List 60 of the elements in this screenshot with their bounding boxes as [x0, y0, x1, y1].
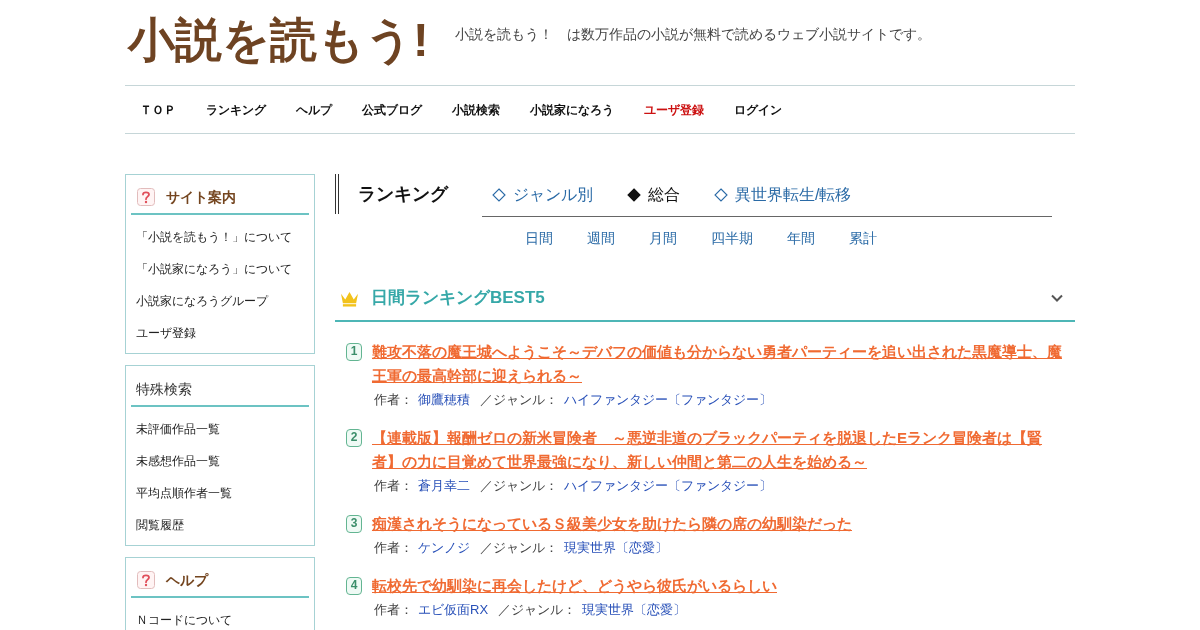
author-label: 作者：: [374, 392, 413, 407]
ranking-tab[interactable]: 異世界転生/転移: [714, 183, 852, 207]
question-icon: [137, 188, 155, 206]
nav-link[interactable]: 公式ブログ: [362, 99, 422, 120]
period-link[interactable]: 年間: [787, 228, 815, 248]
period-link[interactable]: 日間: [525, 228, 553, 248]
genre-link[interactable]: ハイファンタジー〔ファンタジー〕: [564, 478, 772, 493]
author-link[interactable]: エビ仮面RX: [418, 602, 489, 617]
genre-label: ／ジャンル：: [480, 478, 558, 493]
sidebar-heading: 特殊検索: [136, 380, 192, 399]
diamond-icon: [714, 188, 728, 202]
genre-label: ／ジャンル：: [498, 602, 577, 617]
ranking-heading: ランキング: [335, 174, 482, 214]
question-icon: [137, 571, 155, 589]
sidebar-link[interactable]: 未感想作品一覧: [136, 445, 220, 477]
sidebar-link[interactable]: 未評価作品一覧: [136, 413, 220, 445]
nav-link[interactable]: ヘルプ: [296, 99, 332, 120]
sidebar-link[interactable]: Ｎコードについて: [136, 604, 232, 630]
period-link[interactable]: 週間: [587, 228, 615, 248]
nav-link[interactable]: ログイン: [734, 99, 782, 120]
ranking-tab[interactable]: ジャンル別: [492, 183, 593, 207]
author-link[interactable]: ケンノジ: [418, 540, 470, 555]
genre-link[interactable]: 現実世界〔恋愛〕: [564, 540, 668, 555]
nav-link[interactable]: ランキング: [206, 99, 266, 120]
author-label: 作者：: [374, 602, 413, 617]
sidebar-link[interactable]: 「小説家になろう」について: [136, 253, 292, 285]
rank-number: 4: [346, 577, 362, 595]
period-link[interactable]: 累計: [849, 228, 877, 248]
genre-link[interactable]: 現実世界〔恋愛〕: [582, 602, 687, 617]
section-title: 日間ランキングBEST5: [371, 287, 546, 309]
genre-label: ／ジャンル：: [480, 392, 558, 407]
rank-number: 1: [346, 343, 362, 361]
period-link[interactable]: 月間: [649, 228, 677, 248]
nav-link[interactable]: ユーザ登録: [644, 99, 704, 120]
period-link[interactable]: 四半期: [711, 228, 753, 248]
rank-number: 3: [346, 515, 362, 533]
crown-icon: [340, 289, 359, 307]
sidebar-link[interactable]: 平均点順作者一覧: [136, 477, 232, 509]
author-label: 作者：: [374, 540, 413, 555]
sidebar-heading: サイト案内: [166, 188, 236, 207]
author-link[interactable]: 蒼月幸二: [418, 478, 470, 493]
ranking-tab[interactable]: 総合: [627, 183, 680, 207]
diamond-icon: [627, 188, 641, 202]
rank-number: 2: [346, 429, 362, 447]
diamond-icon: [492, 188, 506, 202]
genre-link[interactable]: ハイファンタジー〔ファンタジー〕: [564, 392, 772, 407]
site-tagline: 小説を読もう！ は数万作品の小説が無料で読めるウェブ小説サイトです。: [454, 25, 931, 44]
sidebar-link[interactable]: 閲覧履歴: [136, 509, 184, 541]
site-logo[interactable]: 小説を読もう!: [125, 10, 433, 70]
chevron-down-icon[interactable]: [1051, 294, 1063, 302]
sidebar-link[interactable]: 「小説を読もう！」について: [136, 221, 292, 253]
nav-link[interactable]: 小説検索: [452, 99, 500, 120]
sidebar-link[interactable]: ユーザ登録: [136, 317, 196, 349]
author-label: 作者：: [374, 478, 413, 493]
nav-link[interactable]: ＴＯＰ: [140, 99, 176, 120]
nav-link[interactable]: 小説家になろう: [530, 99, 614, 120]
sidebar-heading: ヘルプ: [166, 571, 208, 590]
author-link[interactable]: 御鷹穂積: [418, 392, 470, 407]
genre-label: ／ジャンル：: [480, 540, 558, 555]
sidebar-link[interactable]: 小説家になろうグループ: [136, 285, 268, 317]
